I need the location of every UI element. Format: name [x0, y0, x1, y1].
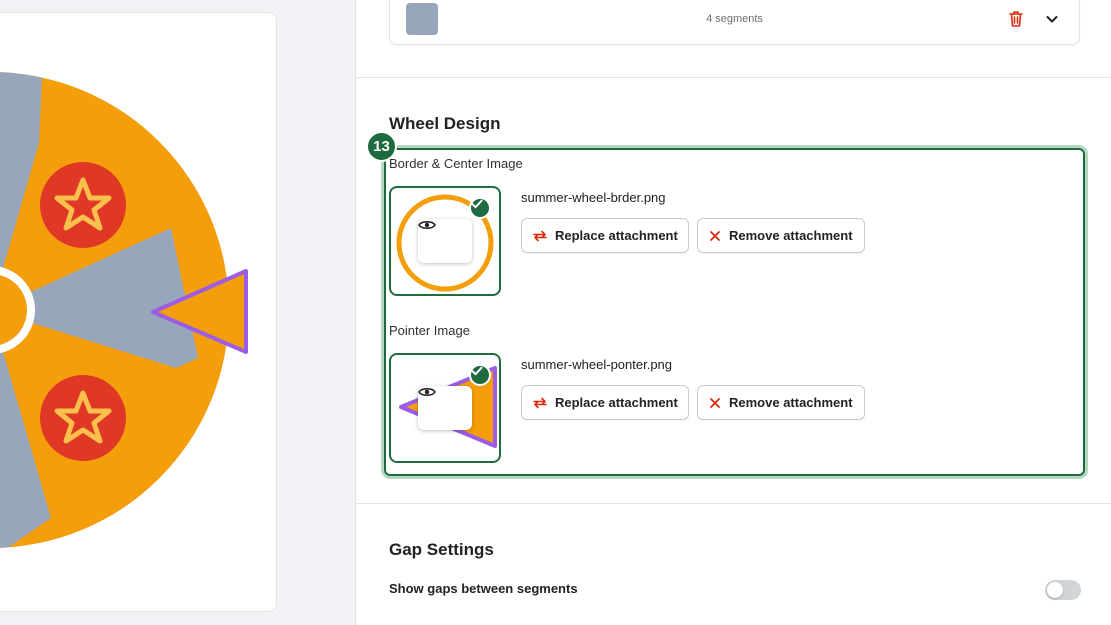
pointer-image-thumbnail[interactable] [389, 353, 501, 463]
toggle-knob [1047, 582, 1063, 598]
eye-icon[interactable] [418, 219, 472, 263]
segment-count: 4 segments [706, 13, 763, 25]
close-icon [710, 397, 720, 408]
replace-icon [533, 397, 547, 408]
replace-attachment-button[interactable]: Replace attachment [521, 218, 689, 253]
replace-icon [533, 230, 547, 241]
pointer-image-label: Pointer Image [389, 323, 470, 338]
eye-icon[interactable] [418, 386, 472, 430]
check-icon [469, 197, 491, 219]
remove-attachment-label: Remove attachment [729, 395, 853, 410]
wheel-preview-card [0, 12, 277, 612]
border-image-filename: summer-wheel-brder.png [521, 190, 666, 205]
border-center-label: Border & Center Image [389, 156, 523, 171]
wheel-preview [0, 72, 248, 548]
star-icon [40, 375, 126, 461]
star-icon [40, 162, 126, 248]
remove-attachment-label: Remove attachment [729, 228, 853, 243]
border-image-thumbnail[interactable] [389, 186, 501, 296]
close-icon [710, 230, 720, 241]
divider [356, 503, 1111, 504]
divider [356, 77, 1111, 78]
remove-attachment-button[interactable]: Remove attachment [697, 385, 865, 420]
replace-attachment-label: Replace attachment [555, 395, 678, 410]
chevron-down-icon[interactable] [1044, 11, 1060, 27]
wheel-design-title: Wheel Design [389, 114, 501, 133]
show-gaps-label: Show gaps between segments [389, 581, 578, 596]
pointer-image-filename: summer-wheel-ponter.png [521, 357, 673, 372]
gap-settings-title: Gap Settings [389, 540, 494, 559]
replace-attachment-button[interactable]: Replace attachment [521, 385, 689, 420]
segment-card: 4 segments [389, 0, 1080, 45]
trash-icon[interactable] [1007, 9, 1025, 29]
replace-attachment-label: Replace attachment [555, 228, 678, 243]
check-icon [469, 364, 491, 386]
remove-attachment-button[interactable]: Remove attachment [697, 218, 865, 253]
show-gaps-toggle[interactable] [1045, 580, 1081, 600]
settings-panel: 4 segments Wheel Design 13 Border & Cent… [355, 0, 1111, 625]
